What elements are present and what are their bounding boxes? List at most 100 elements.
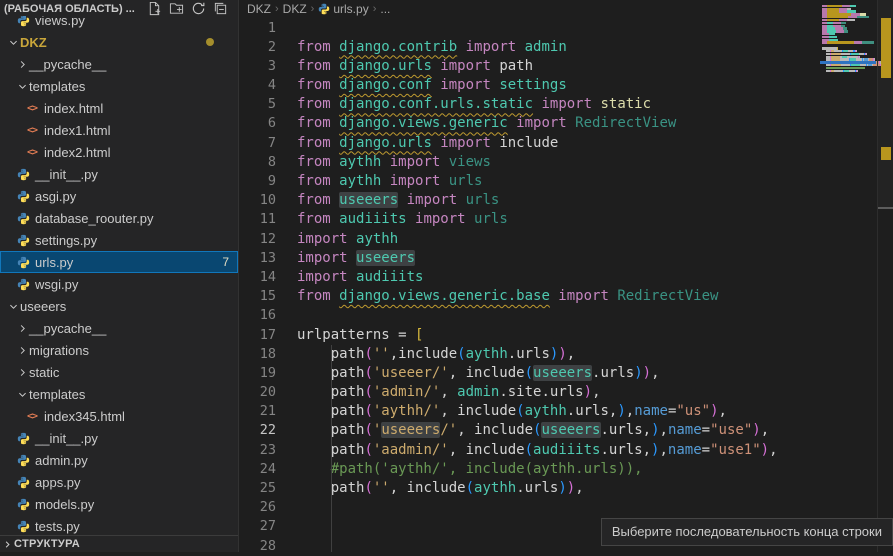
tree-item-label: static (29, 365, 59, 380)
code-token: aythh (474, 480, 516, 496)
tree-item-index1-html[interactable]: <>index1.html (0, 119, 238, 141)
code-line-12[interactable]: 12import aythh (239, 230, 893, 249)
tree-item-tests-py[interactable]: tests.py (0, 515, 238, 537)
python-file-icon (15, 190, 31, 203)
tree-item-wsgi-py[interactable]: wsgi.py (0, 273, 238, 295)
tree-item-templates[interactable]: templates (0, 75, 238, 97)
code-token: django.conf.urls.static (339, 96, 533, 112)
line-number: 23 (239, 441, 276, 460)
code-line-14[interactable]: 14import audiiits (239, 268, 893, 287)
code-token: , (440, 384, 457, 400)
code-line-13[interactable]: 13import useeers (239, 249, 893, 268)
new-folder-icon[interactable] (169, 1, 184, 16)
code-line-10[interactable]: 10from useeers import urls (239, 191, 893, 210)
code-line-22[interactable]: 22 path('useeers/', include(useeers.urls… (239, 421, 893, 440)
code-token: ) (558, 346, 566, 362)
tree-item--init-py[interactable]: __init__.py (0, 163, 238, 185)
code-line-25[interactable]: 25 path('', include(aythh.urls)), (239, 479, 893, 498)
tree-item-label: DKZ (20, 35, 47, 50)
code-line-9[interactable]: 9from aythh import urls (239, 172, 893, 191)
line-number: 13 (239, 249, 276, 268)
code-token: aythh (339, 173, 381, 189)
tree-item-migrations[interactable]: migrations (0, 339, 238, 361)
code-token: ) (651, 422, 659, 438)
code-token: 'useeer/' (373, 365, 449, 381)
tree-item-database-roouter-py[interactable]: database_roouter.py (0, 207, 238, 229)
code-line-16[interactable]: 16 (239, 306, 893, 325)
code-token: ( (516, 403, 524, 419)
code-line-6[interactable]: 6from django.views.generic import Redire… (239, 114, 893, 133)
code-line-24[interactable]: 24 #path('aythh/', include(aythh.urls)), (239, 460, 893, 479)
tree-item-useeers[interactable]: useeers (0, 295, 238, 317)
python-file-icon (15, 168, 31, 181)
tree-item-dkz[interactable]: DKZ (0, 31, 238, 53)
code-token: , include (449, 442, 525, 458)
code-line-8[interactable]: 8from aythh import views (239, 153, 893, 172)
breadcrumb-segment[interactable]: DKZ (283, 2, 307, 16)
tree-item-label: asgi.py (35, 189, 76, 204)
code-line-19[interactable]: 19 path('useeer/', include(useeers.urls)… (239, 364, 893, 383)
tree-item-label: index.html (44, 101, 103, 116)
code-token: django.urls (339, 135, 432, 151)
tree-item-asgi-py[interactable]: asgi.py (0, 185, 238, 207)
code-line-1[interactable]: 1 (239, 19, 893, 38)
outline-section-header[interactable]: СТРУКТУРА (0, 535, 238, 552)
code-token: , (659, 442, 667, 458)
code-token: RedirectView (617, 288, 718, 304)
code-token: ( (457, 346, 465, 362)
tree-item--init-py[interactable]: __init__.py (0, 427, 238, 449)
code-line-20[interactable]: 20 path('admin/', admin.site.urls), (239, 383, 893, 402)
code-token: from (297, 77, 339, 93)
tree-item-index2-html[interactable]: <>index2.html (0, 141, 238, 163)
tree-item--pycache-[interactable]: __pycache__ (0, 317, 238, 339)
tree-item-models-py[interactable]: models.py (0, 493, 238, 515)
code-token: ) (617, 403, 625, 419)
tree-item-templates[interactable]: templates (0, 383, 238, 405)
new-file-icon[interactable] (147, 1, 162, 16)
minimap-line (822, 41, 874, 43)
code-token: import (398, 192, 465, 208)
tree-item-urls-py[interactable]: urls.py7 (0, 251, 238, 273)
editor-pane[interactable]: DKZ›DKZ›urls.py›... 12from django.contri… (239, 0, 893, 552)
code-line-18[interactable]: 18 path('',include(aythh.urls)), (239, 345, 893, 364)
breadcrumb-segment[interactable]: urls.py (333, 2, 368, 16)
tree-item-settings-py[interactable]: settings.py (0, 229, 238, 251)
code-token: ( (364, 442, 372, 458)
tree-item-label: settings.py (35, 233, 97, 248)
breadcrumb-segment[interactable]: ... (380, 2, 390, 16)
code-line-4[interactable]: 4from django.conf import settings (239, 76, 893, 95)
tree-item-admin-py[interactable]: admin.py (0, 449, 238, 471)
code-token: aythh (525, 403, 567, 419)
code-line-11[interactable]: 11from audiiits import urls (239, 210, 893, 229)
tree-item--pycache-[interactable]: __pycache__ (0, 53, 238, 75)
code-token: , (769, 442, 777, 458)
code-line-3[interactable]: 3from django.urls import path (239, 57, 893, 76)
code-token: ) (643, 365, 651, 381)
code-line-21[interactable]: 21 path('aythh/', include(aythh.urls,),n… (239, 402, 893, 421)
code-line-7[interactable]: 7from django.urls import include (239, 134, 893, 153)
code-token: ) (558, 480, 566, 496)
code-token: .urls (516, 480, 558, 496)
minimap[interactable] (820, 0, 876, 552)
tree-item-static[interactable]: static (0, 361, 238, 383)
code-line-26[interactable]: 26 (239, 498, 893, 517)
explorer-section-header[interactable]: (РАБОЧАЯ ОБЛАСТЬ) ... (0, 0, 238, 16)
code-token: , (719, 403, 727, 419)
tree-item-index-html[interactable]: <>index.html (0, 97, 238, 119)
tree-item-index345-html[interactable]: <>index345.html (0, 405, 238, 427)
code-token: ( (364, 384, 372, 400)
breadcrumb-segment[interactable]: DKZ (247, 2, 271, 16)
code-token: static (600, 96, 651, 112)
code-line-2[interactable]: 2from django.contrib import admin (239, 38, 893, 57)
code-line-17[interactable]: 17urlpatterns = [ (239, 326, 893, 345)
collapse-all-icon[interactable] (213, 1, 228, 16)
code-token: 'admin/' (373, 384, 440, 400)
html-file-icon: <> (24, 411, 40, 422)
code-line-23[interactable]: 23 path('aadmin/', include(audiiits.urls… (239, 441, 893, 460)
code-area[interactable]: 12from django.contrib import admin3from … (239, 19, 893, 556)
code-line-5[interactable]: 5from django.conf.urls.static import sta… (239, 95, 893, 114)
refresh-icon[interactable] (191, 1, 206, 16)
line-number: 19 (239, 364, 276, 383)
tree-item-apps-py[interactable]: apps.py (0, 471, 238, 493)
code-line-15[interactable]: 15from django.views.generic.base import … (239, 287, 893, 306)
